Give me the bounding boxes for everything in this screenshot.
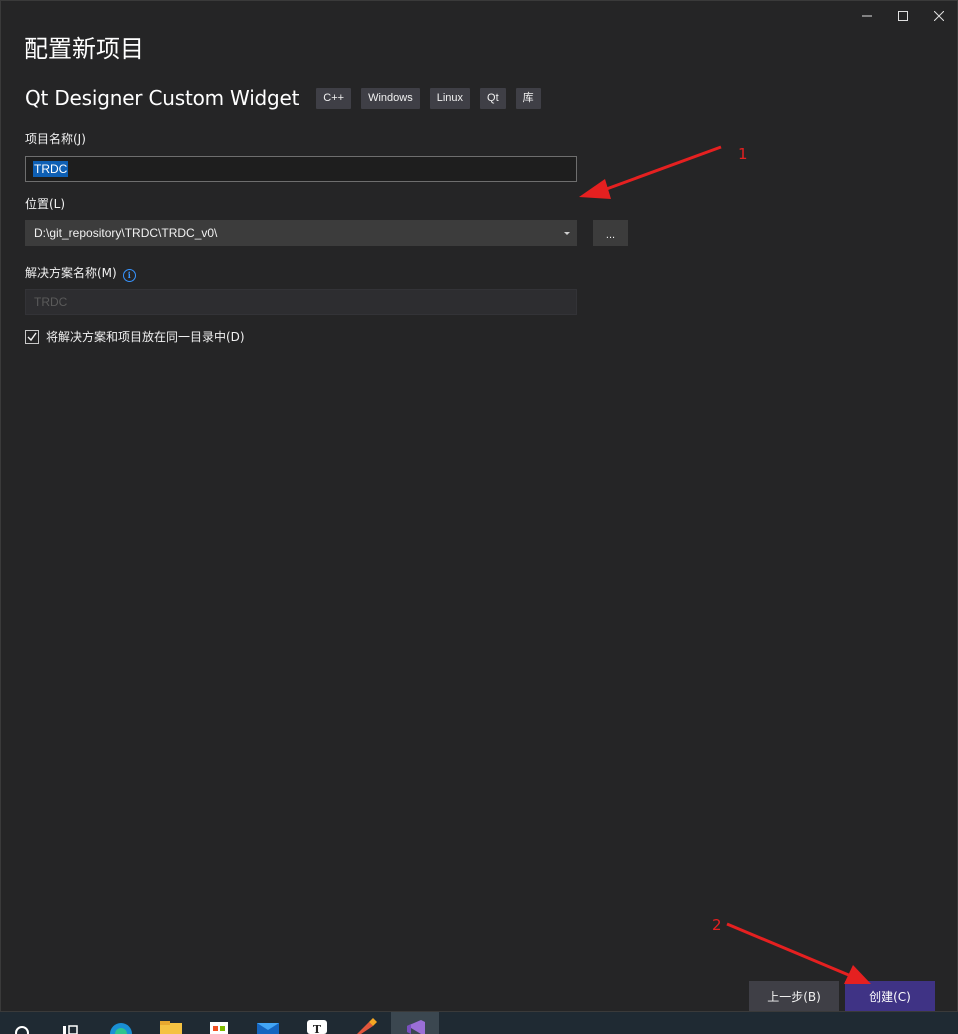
same-directory-checkbox[interactable] bbox=[25, 329, 39, 344]
solution-name-value: TRDC bbox=[34, 295, 68, 309]
tag-qt: Qt bbox=[480, 87, 506, 109]
project-name-value: TRDC bbox=[33, 161, 69, 177]
svg-text:T: T bbox=[313, 1023, 322, 1034]
solution-name-label-row: 解决方案名称(M) i bbox=[25, 264, 136, 282]
template-header: Qt Designer Custom Widget C++ Windows Li… bbox=[25, 86, 551, 110]
tag-library: 库 bbox=[515, 87, 541, 109]
tool-icon[interactable] bbox=[350, 1012, 380, 1034]
search-icon[interactable] bbox=[10, 1012, 34, 1034]
tag-cpp: C++ bbox=[316, 87, 352, 109]
annotation-label-2: 2 bbox=[712, 916, 722, 934]
create-button[interactable]: 创建(C) bbox=[845, 981, 935, 1011]
location-label: 位置(L) bbox=[25, 197, 66, 211]
project-name-input[interactable]: TRDC bbox=[25, 156, 577, 182]
window-controls bbox=[849, 1, 957, 31]
annotation-label-1: 1 bbox=[738, 145, 748, 163]
visual-studio-icon[interactable] bbox=[391, 1012, 439, 1034]
task-view-icon[interactable] bbox=[58, 1012, 82, 1034]
maximize-icon bbox=[898, 11, 908, 21]
annotation-arrow-1 bbox=[579, 145, 722, 199]
checkmark-icon bbox=[27, 332, 37, 341]
annotation-arrows bbox=[579, 145, 871, 984]
template-name: Qt Designer Custom Widget bbox=[25, 86, 300, 110]
mail-icon[interactable] bbox=[253, 1012, 283, 1034]
close-icon bbox=[934, 11, 944, 21]
edge-icon[interactable] bbox=[106, 1012, 136, 1034]
maximize-button[interactable] bbox=[885, 1, 921, 31]
back-button[interactable]: 上一步(B) bbox=[749, 981, 839, 1011]
tag-windows: Windows bbox=[361, 87, 420, 109]
taskbar: T bbox=[0, 1012, 958, 1034]
typora-icon[interactable]: T bbox=[302, 1012, 332, 1034]
minimize-button[interactable] bbox=[849, 1, 885, 31]
close-button[interactable] bbox=[921, 1, 957, 31]
same-directory-label: 将解决方案和项目放在同一目录中(D) bbox=[46, 330, 245, 344]
location-combobox[interactable]: D:\git_repository\TRDC\TRDC_v0\ bbox=[25, 220, 577, 246]
chevron-down-icon bbox=[564, 232, 570, 235]
solution-name-label: 解决方案名称(M) bbox=[25, 266, 117, 280]
info-icon[interactable]: i bbox=[122, 268, 136, 282]
store-icon[interactable] bbox=[204, 1012, 234, 1034]
solution-name-input: TRDC bbox=[25, 289, 577, 315]
location-value: D:\git_repository\TRDC\TRDC_v0\ bbox=[34, 226, 218, 240]
project-name-label: 项目名称(J) bbox=[25, 132, 86, 146]
tag-linux: Linux bbox=[429, 87, 471, 109]
file-explorer-icon[interactable] bbox=[156, 1012, 186, 1034]
configure-project-dialog: 配置新项目 Qt Designer Custom Widget C++ Wind… bbox=[0, 0, 958, 1012]
browse-button[interactable]: ... bbox=[593, 220, 628, 246]
minimize-icon bbox=[862, 15, 872, 17]
annotation-arrow-2 bbox=[726, 922, 871, 984]
dialog-title: 配置新项目 bbox=[24, 35, 144, 63]
same-directory-option[interactable]: 将解决方案和项目放在同一目录中(D) bbox=[25, 328, 245, 345]
